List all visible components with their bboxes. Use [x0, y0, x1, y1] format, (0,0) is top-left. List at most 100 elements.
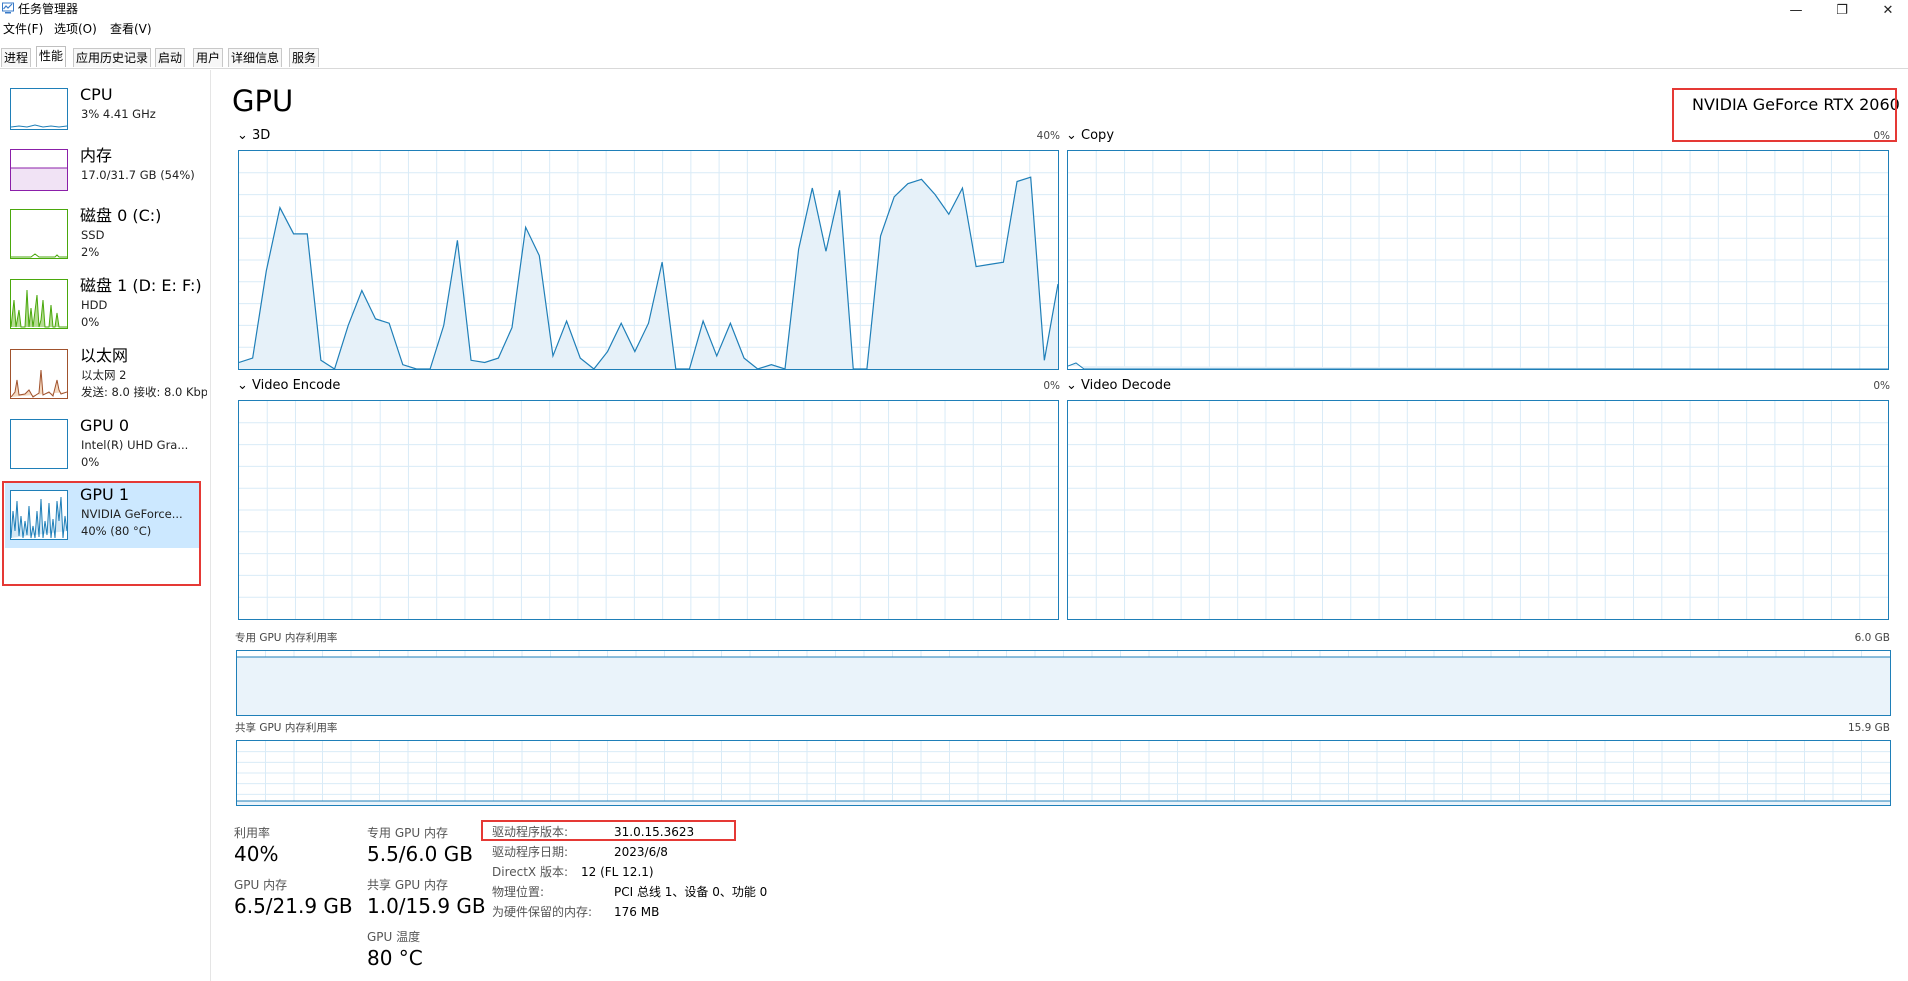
memory-thumbnail-graph: [10, 149, 68, 191]
dedicated-memory-label: 专用 GPU 内存: [367, 826, 448, 840]
sidebar-item-throughput: 发送: 8.0 接收: 8.0 Kbps: [81, 385, 207, 399]
disk1-thumbnail-graph: [10, 279, 68, 329]
gpu0-thumbnail-graph: [10, 419, 68, 469]
shared-memory-value: 1.0/15.9 GB: [367, 894, 486, 918]
sidebar-item-memory[interactable]: 内存 17.0/31.7 GB (54%): [0, 146, 205, 196]
dedicated-mem-max: 6.0 GB: [1854, 632, 1890, 644]
sidebar-item-title: CPU: [80, 85, 113, 104]
sidebar-item-usage: 0%: [81, 455, 100, 469]
tab-services[interactable]: 服务: [289, 48, 320, 67]
engine-max-pct: 40%: [1036, 130, 1060, 142]
sidebar-item-title: 磁盘 0 (C:): [80, 206, 162, 225]
sidebar-item-disk-0[interactable]: 磁盘 0 (C:) SSD 2%: [0, 206, 205, 262]
menu-options[interactable]: 选项(O): [54, 22, 97, 36]
sidebar-item-gpu-0[interactable]: GPU 0 Intel(R) UHD Gra... 0%: [0, 416, 205, 472]
title-bar: [0, 0, 1908, 20]
driver-date-label: 驱动程序日期:: [492, 845, 569, 859]
cpu-thumbnail-graph: [10, 88, 68, 130]
grid-lines: [239, 401, 1058, 619]
engine-selector-video-decode[interactable]: ⌄ Video Decode: [1066, 378, 1171, 393]
graph-video-encode: [238, 400, 1059, 620]
sidebar-item-usage: 0%: [81, 315, 100, 329]
sidebar-item-title: 磁盘 1 (D: E: F:): [80, 276, 202, 295]
grid-lines: [1068, 401, 1888, 619]
engine-name: Video Encode: [252, 378, 341, 393]
ethernet-thumbnail-graph: [10, 349, 68, 399]
disk0-thumbnail-graph: [10, 209, 68, 259]
sidebar-item-detail: 3% 4.41 GHz: [81, 107, 156, 121]
shared-mem-label: 共享 GPU 内存利用率: [235, 722, 338, 734]
sidebar-item-ethernet[interactable]: 以太网 以太网 2 发送: 8.0 接收: 8.0 Kbps: [0, 346, 207, 402]
close-button[interactable]: ✕: [1865, 0, 1908, 20]
graph-3d: [238, 150, 1059, 370]
sidebar-item-title: GPU 0: [80, 416, 130, 435]
engine-selector-video-encode[interactable]: ⌄ Video Encode: [237, 378, 340, 393]
sidebar-item-detail: SSD: [81, 228, 105, 242]
engine-max-pct: 0%: [1873, 130, 1890, 142]
sidebar-item-detail: 17.0/31.7 GB (54%): [81, 168, 195, 182]
tab-details[interactable]: 详细信息: [228, 48, 283, 67]
chevron-down-icon: ⌄: [1066, 128, 1082, 143]
tab-app-history[interactable]: 应用历史记录: [73, 48, 152, 67]
driver-date-value: 2023/6/8: [614, 845, 668, 859]
tab-processes[interactable]: 进程: [1, 48, 32, 67]
task-manager-icon: [2, 2, 14, 14]
reserved-memory-label: 为硬件保留的内存:: [492, 905, 593, 919]
chart-shared-memory-svg: [237, 741, 1890, 805]
page-title: GPU: [232, 84, 294, 118]
graph-dedicated-memory: [236, 650, 1891, 716]
grid-lines: [1068, 151, 1888, 369]
menu-view[interactable]: 查看(V): [110, 22, 152, 36]
highlight-box-driver-version: [481, 820, 736, 841]
gpu-memory-value: 6.5/21.9 GB: [234, 894, 353, 918]
series-area: [239, 177, 1058, 369]
chevron-down-icon: ⌄: [237, 378, 253, 393]
engine-name: Copy: [1081, 128, 1115, 143]
sidebar-item-detail: 以太网 2: [81, 368, 127, 382]
engine-name: Video Decode: [1081, 378, 1171, 393]
chart-video-encode-svg: [239, 401, 1058, 619]
engine-selector-3d[interactable]: ⌄ 3D: [237, 128, 270, 143]
tab-bar: [0, 46, 1908, 69]
directx-version-value: 12 (FL 12.1): [581, 865, 654, 879]
sidebar-item-usage: 2%: [81, 245, 100, 259]
tab-users[interactable]: 用户: [193, 48, 224, 67]
gpu-memory-label: GPU 内存: [234, 878, 288, 892]
restore-button[interactable]: ❐: [1819, 0, 1865, 20]
tab-performance[interactable]: 性能: [36, 46, 67, 67]
engine-name: 3D: [252, 128, 271, 143]
dedicated-mem-label: 专用 GPU 内存利用率: [235, 632, 338, 644]
engine-max-pct: 0%: [1873, 380, 1890, 392]
reserved-memory-value: 176 MB: [614, 905, 660, 919]
engine-max-pct: 0%: [1043, 380, 1060, 392]
gpu-temp-value: 80 °C: [367, 946, 423, 970]
menu-file[interactable]: 文件(F): [3, 22, 43, 36]
sidebar-item-title: 内存: [80, 146, 113, 165]
chart-video-decode-svg: [1068, 401, 1888, 619]
utilization-label: 利用率: [234, 826, 271, 840]
shared-mem-max: 15.9 GB: [1847, 722, 1890, 734]
physical-location-label: 物理位置:: [492, 885, 545, 899]
graph-copy: [1067, 150, 1889, 370]
engine-selector-copy[interactable]: ⌄ Copy: [1066, 128, 1114, 143]
dedicated-memory-value: 5.5/6.0 GB: [367, 842, 473, 866]
utilization-value: 40%: [234, 842, 279, 866]
minimize-button[interactable]: —: [1773, 0, 1819, 20]
physical-location-value: PCI 总线 1、设备 0、功能 0: [614, 885, 768, 899]
directx-version-label: DirectX 版本:: [492, 865, 569, 879]
window-title: 任务管理器: [18, 2, 79, 16]
chevron-down-icon: ⌄: [1066, 378, 1082, 393]
sidebar-item-cpu[interactable]: CPU 3% 4.41 GHz: [0, 86, 205, 136]
sidebar-item-disk-1[interactable]: 磁盘 1 (D: E: F:) HDD 0%: [0, 276, 205, 332]
shared-memory-label: 共享 GPU 内存: [367, 878, 448, 892]
tab-startup[interactable]: 启动: [155, 48, 186, 67]
graph-video-decode: [1067, 400, 1889, 620]
sidebar-item-detail: Intel(R) UHD Gra...: [81, 438, 189, 452]
chevron-down-icon: ⌄: [237, 128, 253, 143]
gpu-temp-label: GPU 温度: [367, 930, 421, 944]
grid-lines: [237, 741, 1890, 805]
sidebar-item-title: 以太网: [80, 346, 129, 365]
chart-copy-svg: [1068, 151, 1888, 369]
graph-shared-memory: [236, 740, 1891, 806]
chart-dedicated-memory-svg: [237, 651, 1890, 715]
